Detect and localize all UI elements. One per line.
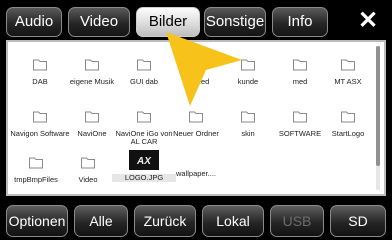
folder-icon [137,111,151,123]
zurueck-button[interactable]: Zurück [134,205,196,237]
folder-icon [29,157,43,169]
folder-name: Video [78,176,98,184]
bottom-button-bar: Optionen Alle Zurück Lokal USB SD [0,200,392,240]
folder-icon [293,111,307,123]
svg-text:AX: AX [136,156,152,167]
file-name: wallpaper.... [175,170,217,178]
folder-icon [341,59,355,71]
folder-icon [33,111,47,123]
scrollbar[interactable] [376,46,380,190]
tab-info[interactable]: Info [272,7,328,37]
axton-logo-icon: AX [129,150,159,170]
folder-name: StartLogo [331,130,365,138]
tab-video[interactable]: Video [68,7,130,37]
folder-icon [341,111,355,123]
close-icon[interactable]: ✕ [345,4,391,38]
folder-icon [137,59,151,71]
lokal-button[interactable]: Lokal [202,205,264,237]
tab-audio[interactable]: Audio [6,7,62,37]
folder-icon [85,111,99,123]
image-thumbnail: AX [129,150,159,170]
scrollbar-thumb[interactable] [376,46,380,166]
folder-name: MT ASX [334,78,362,86]
folder-icon [85,59,99,71]
alle-button[interactable]: Alle [74,205,128,237]
optionen-button[interactable]: Optionen [6,205,68,237]
folder-item[interactable]: StartLogo [316,108,380,148]
pointer-cursor-icon [166,32,242,106]
folder-item[interactable]: MT ASX [316,56,380,96]
folder-item[interactable]: Video [56,154,120,194]
folder-icon [33,59,47,71]
folder-icon [293,59,307,71]
usb-button[interactable]: USB [270,205,324,237]
folder-icon [81,157,95,169]
sd-button[interactable]: SD [330,205,386,237]
